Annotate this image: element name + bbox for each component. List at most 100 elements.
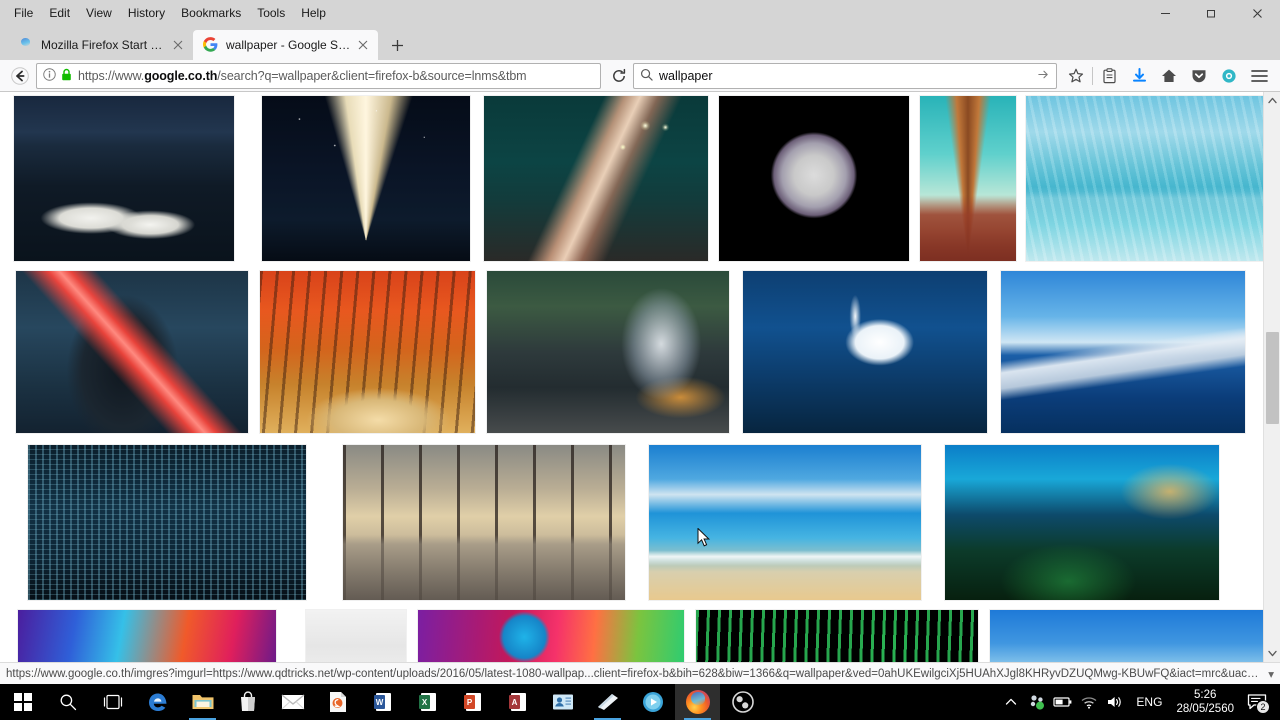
access-icon: A: [508, 693, 526, 711]
results-row: [14, 271, 1280, 433]
obs-icon: [731, 691, 754, 713]
result-image[interactable]: [1026, 96, 1278, 261]
store-button[interactable]: [225, 684, 270, 720]
back-arrow-icon[interactable]: [6, 62, 34, 90]
excel-icon: X: [418, 693, 436, 711]
minimize-button[interactable]: [1142, 0, 1188, 26]
restore-button[interactable]: [1188, 0, 1234, 26]
result-image[interactable]: [920, 96, 1016, 261]
action-center-button[interactable]: 2: [1240, 684, 1274, 720]
menu-history[interactable]: History: [120, 3, 173, 23]
menu-tools[interactable]: Tools: [249, 3, 293, 23]
folder-icon: [192, 695, 213, 709]
media-player-button[interactable]: [630, 684, 675, 720]
menu-help[interactable]: Help: [293, 3, 334, 23]
search-bar[interactable]: wallpaper: [633, 62, 1057, 89]
result-image[interactable]: [743, 271, 987, 433]
task-view-button[interactable]: [90, 684, 135, 720]
start-button[interactable]: [0, 684, 45, 720]
search-button[interactable]: [45, 684, 90, 720]
volume-icon[interactable]: [1102, 684, 1128, 720]
status-chevron-icon: ▾: [1268, 668, 1274, 681]
firefox-icon: [18, 37, 34, 53]
obs-button[interactable]: [720, 684, 765, 720]
taskbar-buttons: W X P A: [0, 684, 765, 720]
clock[interactable]: 5:26 28/05/2560: [1170, 688, 1240, 716]
page-scrollbar[interactable]: [1263, 92, 1280, 662]
onenote-button[interactable]: [585, 684, 630, 720]
battery-icon[interactable]: [1050, 684, 1076, 720]
status-url: https://www.google.co.th/imgres?imgurl=h…: [6, 667, 1260, 680]
address-bar[interactable]: https://www.google.co.th/search?q=wallpa…: [36, 62, 601, 89]
search-icon: [640, 68, 653, 84]
outlook-button[interactable]: [540, 684, 585, 720]
scroll-up-arrow-icon[interactable]: [1264, 92, 1280, 109]
result-image[interactable]: [484, 96, 708, 261]
downloads-icon[interactable]: [1124, 62, 1154, 90]
result-image[interactable]: [1001, 271, 1245, 433]
bookmark-star-icon[interactable]: [1061, 62, 1091, 90]
tab-google-search[interactable]: wallpaper - Google Search: [193, 30, 378, 60]
home-icon[interactable]: [1154, 62, 1184, 90]
scrollbar-thumb[interactable]: [1266, 332, 1279, 424]
firefox-taskbar-button[interactable]: [675, 684, 720, 720]
search-input[interactable]: wallpaper: [659, 69, 1037, 83]
new-tab-button[interactable]: [382, 30, 412, 60]
result-image[interactable]: [487, 271, 729, 433]
hamburger-menu-icon[interactable]: [1244, 62, 1274, 90]
tab-title: wallpaper - Google Search: [226, 38, 354, 52]
edge-button[interactable]: [135, 684, 180, 720]
result-image[interactable]: [418, 610, 684, 662]
page-info-icon[interactable]: [43, 67, 56, 84]
language-indicator[interactable]: ENG: [1128, 695, 1170, 709]
result-image[interactable]: [262, 96, 470, 261]
result-image[interactable]: [719, 96, 909, 261]
word-button[interactable]: W: [360, 684, 405, 720]
tab-close-icon[interactable]: [354, 36, 372, 54]
menu-edit[interactable]: Edit: [41, 3, 78, 23]
tab-close-icon[interactable]: [169, 36, 187, 54]
result-image[interactable]: [260, 271, 475, 433]
tray-expand-chevron-icon[interactable]: [998, 684, 1024, 720]
result-image[interactable]: [649, 445, 921, 600]
notification-badge: 2: [1256, 700, 1270, 714]
result-image[interactable]: [14, 96, 234, 261]
clock-date: 28/05/2560: [1176, 703, 1234, 715]
firefox-icon: [685, 690, 710, 714]
menu-file[interactable]: File: [6, 3, 41, 23]
windows-logo-icon: [13, 693, 32, 711]
result-image[interactable]: [28, 445, 306, 600]
svg-text:P: P: [466, 698, 472, 707]
menu-view[interactable]: View: [78, 3, 120, 23]
padlock-icon[interactable]: [61, 68, 72, 84]
powerpoint-button[interactable]: P: [450, 684, 495, 720]
result-image[interactable]: [696, 610, 978, 662]
tab-firefox-start-page[interactable]: Mozilla Firefox Start Page: [8, 30, 193, 60]
pocket-icon[interactable]: [1184, 62, 1214, 90]
svg-text:X: X: [421, 698, 427, 707]
go-arrow-icon[interactable]: [1037, 68, 1050, 84]
google-icon: [203, 37, 219, 53]
close-button[interactable]: [1234, 0, 1280, 26]
sync-icon[interactable]: [1214, 62, 1244, 90]
menu-bookmarks[interactable]: Bookmarks: [173, 3, 249, 23]
excel-button[interactable]: X: [405, 684, 450, 720]
result-image[interactable]: [18, 610, 276, 662]
result-image[interactable]: [343, 445, 625, 600]
library-icon[interactable]: [1094, 62, 1124, 90]
result-image[interactable]: [306, 610, 406, 662]
edge-icon: [148, 693, 166, 711]
word-icon: W: [373, 693, 391, 711]
scroll-down-arrow-icon[interactable]: [1264, 645, 1280, 662]
access-button[interactable]: A: [495, 684, 540, 720]
result-image[interactable]: [16, 271, 248, 433]
tray-app-icon[interactable]: [1024, 684, 1050, 720]
wifi-icon[interactable]: [1076, 684, 1102, 720]
result-image[interactable]: [945, 445, 1219, 600]
result-image[interactable]: [990, 610, 1274, 662]
file-explorer-button[interactable]: [180, 684, 225, 720]
site-identity[interactable]: [43, 67, 72, 84]
acrobat-button[interactable]: [315, 684, 360, 720]
mail-button[interactable]: [270, 684, 315, 720]
reload-icon[interactable]: [605, 62, 633, 90]
